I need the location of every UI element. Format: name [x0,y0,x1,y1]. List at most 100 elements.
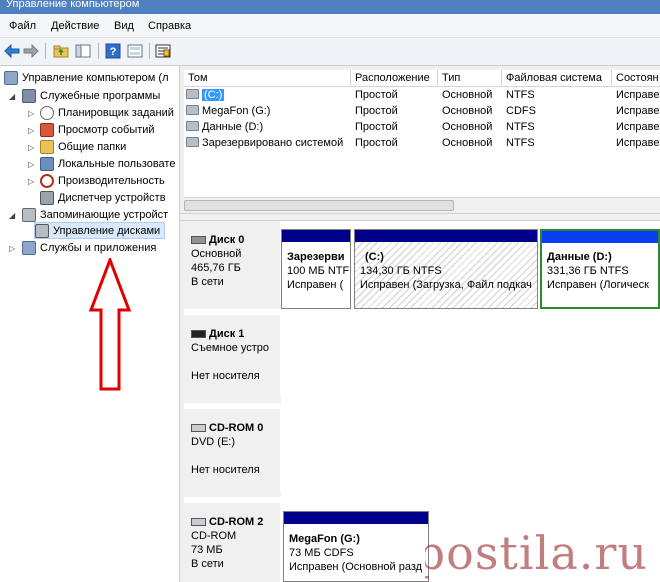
partition-state: Исправен (Основной разд [289,561,423,573]
toolbar-separator [45,43,46,59]
volume-icon [186,121,199,131]
volume-row[interactable]: (C:) Простой Основной NTFS Исправе [184,88,660,104]
volume-fs: CDFS [506,105,536,117]
volume-row[interactable]: Зарезервировано системой Простой Основно… [184,136,660,152]
collapse-icon[interactable]: ◢ [9,92,18,101]
tree-item-event-viewer[interactable]: Просмотр событий [40,121,155,138]
cd-drive-icon [191,424,206,432]
removable-disk-icon [191,330,206,338]
menu-help[interactable]: Справка [148,20,191,32]
disk-kind: CD-ROM [191,530,237,542]
volume-type: Основной [442,121,493,133]
partition-d[interactable]: Данные (D:) 331,36 ГБ NTFS Исправен (Лог… [540,229,660,309]
disk-info[interactable]: Диск 0 Основной 465,76 ГБ В сети [184,221,280,309]
disk-empty-area [281,409,660,497]
disk-size: 465,76 ГБ [191,262,241,274]
disk-kind: DVD (E:) [191,436,235,448]
tree-item-shared-folders[interactable]: Общие папки [40,138,126,155]
volume-status: Исправе [616,137,660,149]
column-header-filesystem[interactable]: Файловая система [502,70,612,87]
hard-disk-icon [191,236,206,244]
cd-icon [186,105,199,115]
partition-detail: 134,30 ГБ NTFS [360,265,442,277]
expand-icon[interactable]: ▷ [28,126,37,135]
disk-status: Нет носителя [191,370,260,382]
partition-detail: 331,36 ГБ NTFS [547,265,629,277]
disk-size [191,355,280,369]
tree-item-task-scheduler[interactable]: Планировщик заданий [40,104,174,121]
svg-text:?: ? [110,46,117,58]
menu-action[interactable]: Действие [51,20,99,32]
tree-root[interactable]: Управление компьютером (л [4,69,169,86]
volume-name: (C:) [202,89,225,101]
partition-reserved[interactable]: Зарезерви 100 МБ NTF Исправен ( [281,229,351,309]
toolbar: ? [0,38,660,66]
partition-state: Исправен ( [287,279,344,291]
tree-item-local-users[interactable]: Локальные пользовате [40,155,175,172]
disk-kind: Съемное устро [191,342,270,354]
tree-item-storage[interactable]: Запоминающие устройст [22,206,168,223]
annotation-arrow-icon [88,258,132,391]
tree-item-system-tools[interactable]: Служебные программы [22,87,160,104]
help-icon[interactable]: ? [104,42,122,60]
horizontal-scrollbar[interactable] [184,197,660,213]
disk-info[interactable]: CD-ROM 0 DVD (E:) Нет носителя [184,409,280,497]
window-title: Управление компьютером [6,0,140,10]
collapse-icon[interactable]: ◢ [9,211,18,220]
volume-row[interactable]: MegaFon (G:) Простой Основной CDFS Испра… [184,104,660,120]
volume-layout: Простой [355,105,398,117]
expand-icon[interactable]: ▷ [28,160,37,169]
pane-splitter[interactable] [180,213,660,221]
expand-icon[interactable]: ▷ [28,177,37,186]
disk-empty-area [281,315,660,403]
scrollbar-thumb[interactable] [184,200,454,211]
column-header-status[interactable]: Состоян [612,70,660,87]
tree-item-disk-management[interactable]: Управление дисками [34,222,166,239]
partition-bar [542,231,658,243]
users-icon [40,156,54,171]
disk-size [191,449,280,463]
menu-file[interactable]: Файл [9,20,36,32]
disk-kind: Основной [191,248,242,260]
disk-name: Диск 0 [209,234,245,246]
clock-icon [40,105,54,120]
column-header-layout[interactable]: Расположение [351,70,438,87]
tree-item-performance[interactable]: Производительность [40,172,165,189]
toolbar-separator [149,43,150,59]
tree-item-services[interactable]: Службы и приложения [22,239,156,256]
volume-list-header: Том Расположение Тип Файловая система Со… [184,70,660,87]
title-bar: Управление компьютером [0,0,660,14]
partition-state: Исправен (Логическ [547,279,649,291]
back-icon[interactable] [3,42,21,60]
volume-fs: NTFS [506,137,535,149]
properties-icon[interactable] [126,42,144,60]
expand-icon[interactable]: ▷ [28,143,37,152]
disk-info[interactable]: Диск 1 Съемное устро Нет носителя [184,315,280,403]
forward-icon[interactable] [22,42,40,60]
column-header-type[interactable]: Тип [438,70,502,87]
disk-info[interactable]: CD-ROM 2 CD-ROM 73 МБ В сети [184,503,280,582]
expand-icon[interactable]: ▷ [9,244,18,253]
tree-item-device-manager[interactable]: Диспетчер устройств [40,189,166,206]
volume-status: Исправе [616,121,660,133]
volume-icon [186,89,199,99]
menu-view[interactable]: Вид [114,20,134,32]
performance-icon [40,173,54,188]
volume-name: Зарезервировано системой [202,137,344,149]
column-header-volume[interactable]: Том [184,70,351,87]
volume-status: Исправе [616,89,660,101]
volume-layout: Простой [355,89,398,101]
volume-status: Исправе [616,105,660,117]
up-folder-icon[interactable] [52,42,70,60]
volume-layout: Простой [355,121,398,133]
storage-icon [22,207,36,222]
partition-g[interactable]: MegaFon (G:) 73 МБ CDFS Исправен (Основн… [283,511,429,582]
show-hide-tree-icon[interactable] [74,42,92,60]
volume-layout: Простой [355,137,398,149]
volume-row[interactable]: Данные (D:) Простой Основной NTFS Исправ… [184,120,660,136]
export-icon[interactable] [154,42,172,60]
expand-icon[interactable]: ▷ [28,109,37,118]
disk-row: Диск 0 Основной 465,76 ГБ В сети Зарезер… [184,221,660,309]
disk-partitions-area: Зарезерви 100 МБ NTF Исправен ( (C:) 134… [281,221,660,309]
partition-c[interactable]: (C:) 134,30 ГБ NTFS Исправен (Загрузка, … [354,229,538,309]
